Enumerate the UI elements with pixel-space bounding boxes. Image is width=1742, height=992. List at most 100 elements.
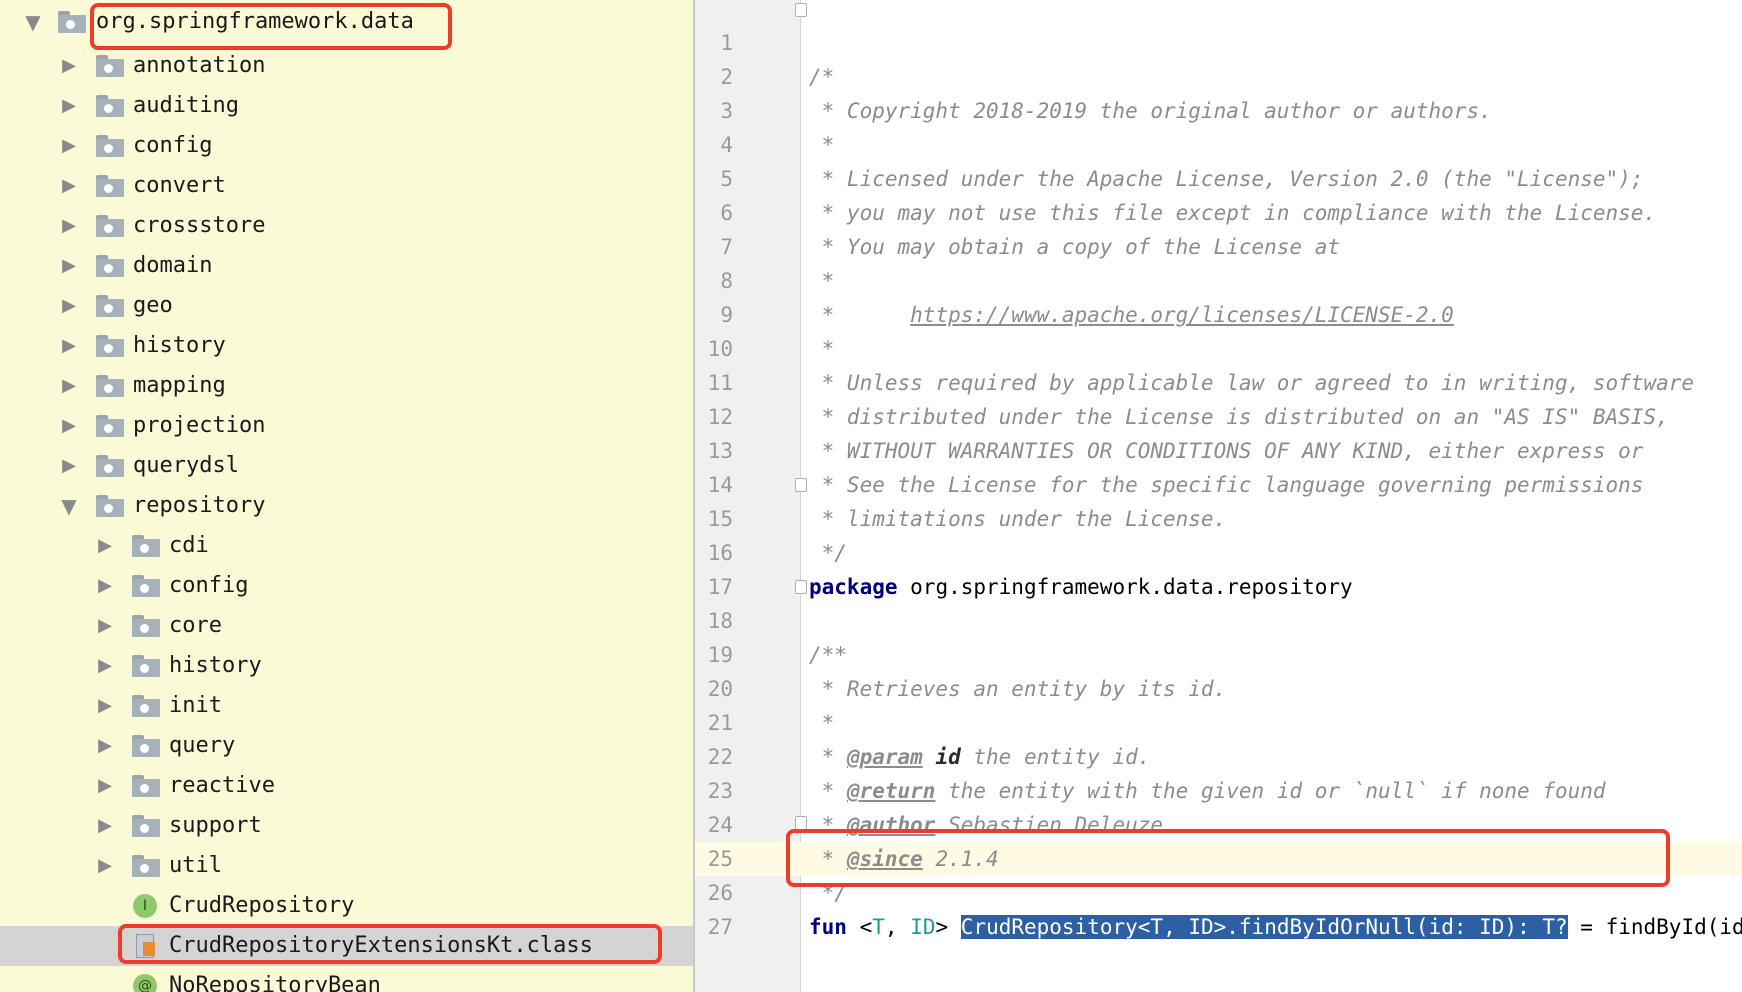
tree-node-label: cdi [169, 533, 209, 558]
code-line: 18 /** [695, 570, 1742, 667]
code-line: 15 */ [695, 468, 1742, 565]
code-line: 16 package org.springframework.data.repo… [695, 502, 1742, 599]
tree-node-label: reactive [169, 773, 275, 798]
package-folder-icon [132, 775, 160, 797]
tree-node-cdi[interactable]: ▶ cdi [0, 526, 693, 566]
chevron-right-icon[interactable]: ▶ [58, 206, 80, 246]
annotation-icon: @ [133, 974, 157, 992]
tree-node-label: annotation [133, 53, 266, 78]
package-folder-icon [132, 855, 160, 877]
code-line: 3 * [695, 60, 1742, 157]
package-folder-icon [132, 615, 160, 637]
tree-node-querydsl[interactable]: ▶ querydsl [0, 446, 693, 486]
tree-node-label: convert [133, 173, 226, 198]
package-folder-icon [132, 695, 160, 717]
package-folder-icon [58, 11, 86, 33]
package-folder-icon [96, 295, 124, 317]
package-folder-icon [96, 135, 124, 157]
package-folder-icon [96, 415, 124, 437]
chevron-right-icon[interactable]: ▶ [94, 566, 116, 606]
tree-node-annotation[interactable]: ▶ annotation [0, 46, 693, 86]
tree-node-label: auditing [133, 93, 239, 118]
code-line: 24 * @since 2.1.4 [695, 774, 1742, 871]
tree-node-label: projection [133, 413, 266, 438]
tree-node-history[interactable]: ▶ history [0, 326, 693, 366]
chevron-down-icon[interactable]: ▼ [58, 486, 80, 526]
tree-node-util[interactable]: ▶ util [0, 846, 693, 886]
chevron-right-icon[interactable]: ▶ [58, 126, 80, 166]
tree-node-query[interactable]: ▶ query [0, 726, 693, 766]
chevron-right-icon[interactable]: ▶ [58, 86, 80, 126]
tree-node-label: core [169, 613, 222, 638]
selected-text[interactable]: CrudRepository<T, ID>.findByIdOrNull(id:… [960, 915, 1568, 939]
code-line: 22 * @return the entity with the given i… [695, 706, 1742, 803]
tree-node-crudrepository[interactable]: I CrudRepository [0, 886, 693, 926]
package-folder-icon [96, 215, 124, 237]
tree-node-core[interactable]: ▶ core [0, 606, 693, 646]
tree-node-repository-config[interactable]: ▶ config [0, 566, 693, 606]
project-tree: ▼ org.springframework.data ▶ annotation … [0, 0, 693, 992]
package-folder-icon [96, 375, 124, 397]
code-text: < [846, 915, 873, 939]
tree-node-auditing[interactable]: ▶ auditing [0, 86, 693, 126]
chevron-right-icon[interactable]: ▶ [94, 846, 116, 886]
chevron-right-icon[interactable]: ▶ [58, 46, 80, 86]
tree-node-mapping[interactable]: ▶ mapping [0, 366, 693, 406]
chevron-right-icon[interactable]: ▶ [58, 326, 80, 366]
tree-node-config[interactable]: ▶ config [0, 126, 693, 166]
tree-node-label: NoRepositoryBean [169, 973, 381, 992]
tree-node-label: support [169, 813, 262, 838]
code-editor[interactable]: 1 /* 2 * Copyright 2018-2019 the origina… [695, 0, 1742, 992]
code-line: 13 * See the License for the specific la… [695, 400, 1742, 497]
tree-node-norepositorybean[interactable]: @ NoRepositoryBean [0, 966, 693, 992]
tree-node-crossstore[interactable]: ▶ crossstore [0, 206, 693, 246]
line-number: 27 [707, 915, 733, 939]
tree-node-support[interactable]: ▶ support [0, 806, 693, 846]
tree-node-convert[interactable]: ▶ convert [0, 166, 693, 206]
chevron-down-icon[interactable]: ▼ [22, 2, 44, 42]
tree-node-label: history [133, 333, 226, 358]
interface-icon: I [133, 894, 157, 918]
chevron-right-icon[interactable]: ▶ [58, 166, 80, 206]
highlight-box-class-file [118, 924, 662, 964]
code-text: > [935, 915, 961, 939]
tree-node-label: history [169, 653, 262, 678]
tree-node-geo[interactable]: ▶ geo [0, 286, 693, 326]
chevron-right-icon[interactable]: ▶ [58, 246, 80, 286]
chevron-right-icon[interactable]: ▶ [94, 606, 116, 646]
chevron-right-icon[interactable]: ▶ [58, 286, 80, 326]
package-folder-icon [96, 495, 124, 517]
tree-node-repository[interactable]: ▼ repository [0, 486, 693, 526]
chevron-right-icon[interactable]: ▶ [94, 726, 116, 766]
chevron-right-icon[interactable]: ▶ [94, 686, 116, 726]
tree-node-label: config [133, 133, 213, 158]
tree-node-reactive[interactable]: ▶ reactive [0, 766, 693, 806]
tree-node-label: repository [133, 493, 266, 518]
tree-node-repository-history[interactable]: ▶ history [0, 646, 693, 686]
tree-node-init[interactable]: ▶ init [0, 686, 693, 726]
chevron-right-icon[interactable]: ▶ [58, 406, 80, 446]
code-line: 5 * you may not use this file except in … [695, 128, 1742, 225]
tree-node-domain[interactable]: ▶ domain [0, 246, 693, 286]
chevron-right-icon[interactable]: ▶ [94, 806, 116, 846]
highlight-box-root [90, 3, 452, 50]
tree-node-projection[interactable]: ▶ projection [0, 406, 693, 446]
chevron-right-icon[interactable]: ▶ [94, 646, 116, 686]
package-folder-icon [132, 815, 160, 837]
type-param-id: ID [910, 915, 936, 939]
chevron-right-icon[interactable]: ▶ [58, 366, 80, 406]
code-line: 6 * You may obtain a copy of the License… [695, 162, 1742, 259]
code-line: 20 * [695, 638, 1742, 735]
tree-node-label: query [169, 733, 236, 758]
package-folder-icon [96, 95, 124, 117]
code-line: 4 * Licensed under the Apache License, V… [695, 94, 1742, 191]
highlight-box-function-signature [786, 829, 1670, 887]
tree-node-label: mapping [133, 373, 226, 398]
tree-node-label: querydsl [133, 453, 239, 478]
chevron-right-icon[interactable]: ▶ [58, 446, 80, 486]
tree-node-label: config [169, 573, 249, 598]
chevron-right-icon[interactable]: ▶ [94, 766, 116, 806]
code-line: 2 * Copyright 2018-2019 the original aut… [695, 26, 1742, 123]
chevron-right-icon[interactable]: ▶ [94, 526, 116, 566]
keyword-fun: fun [809, 915, 847, 939]
